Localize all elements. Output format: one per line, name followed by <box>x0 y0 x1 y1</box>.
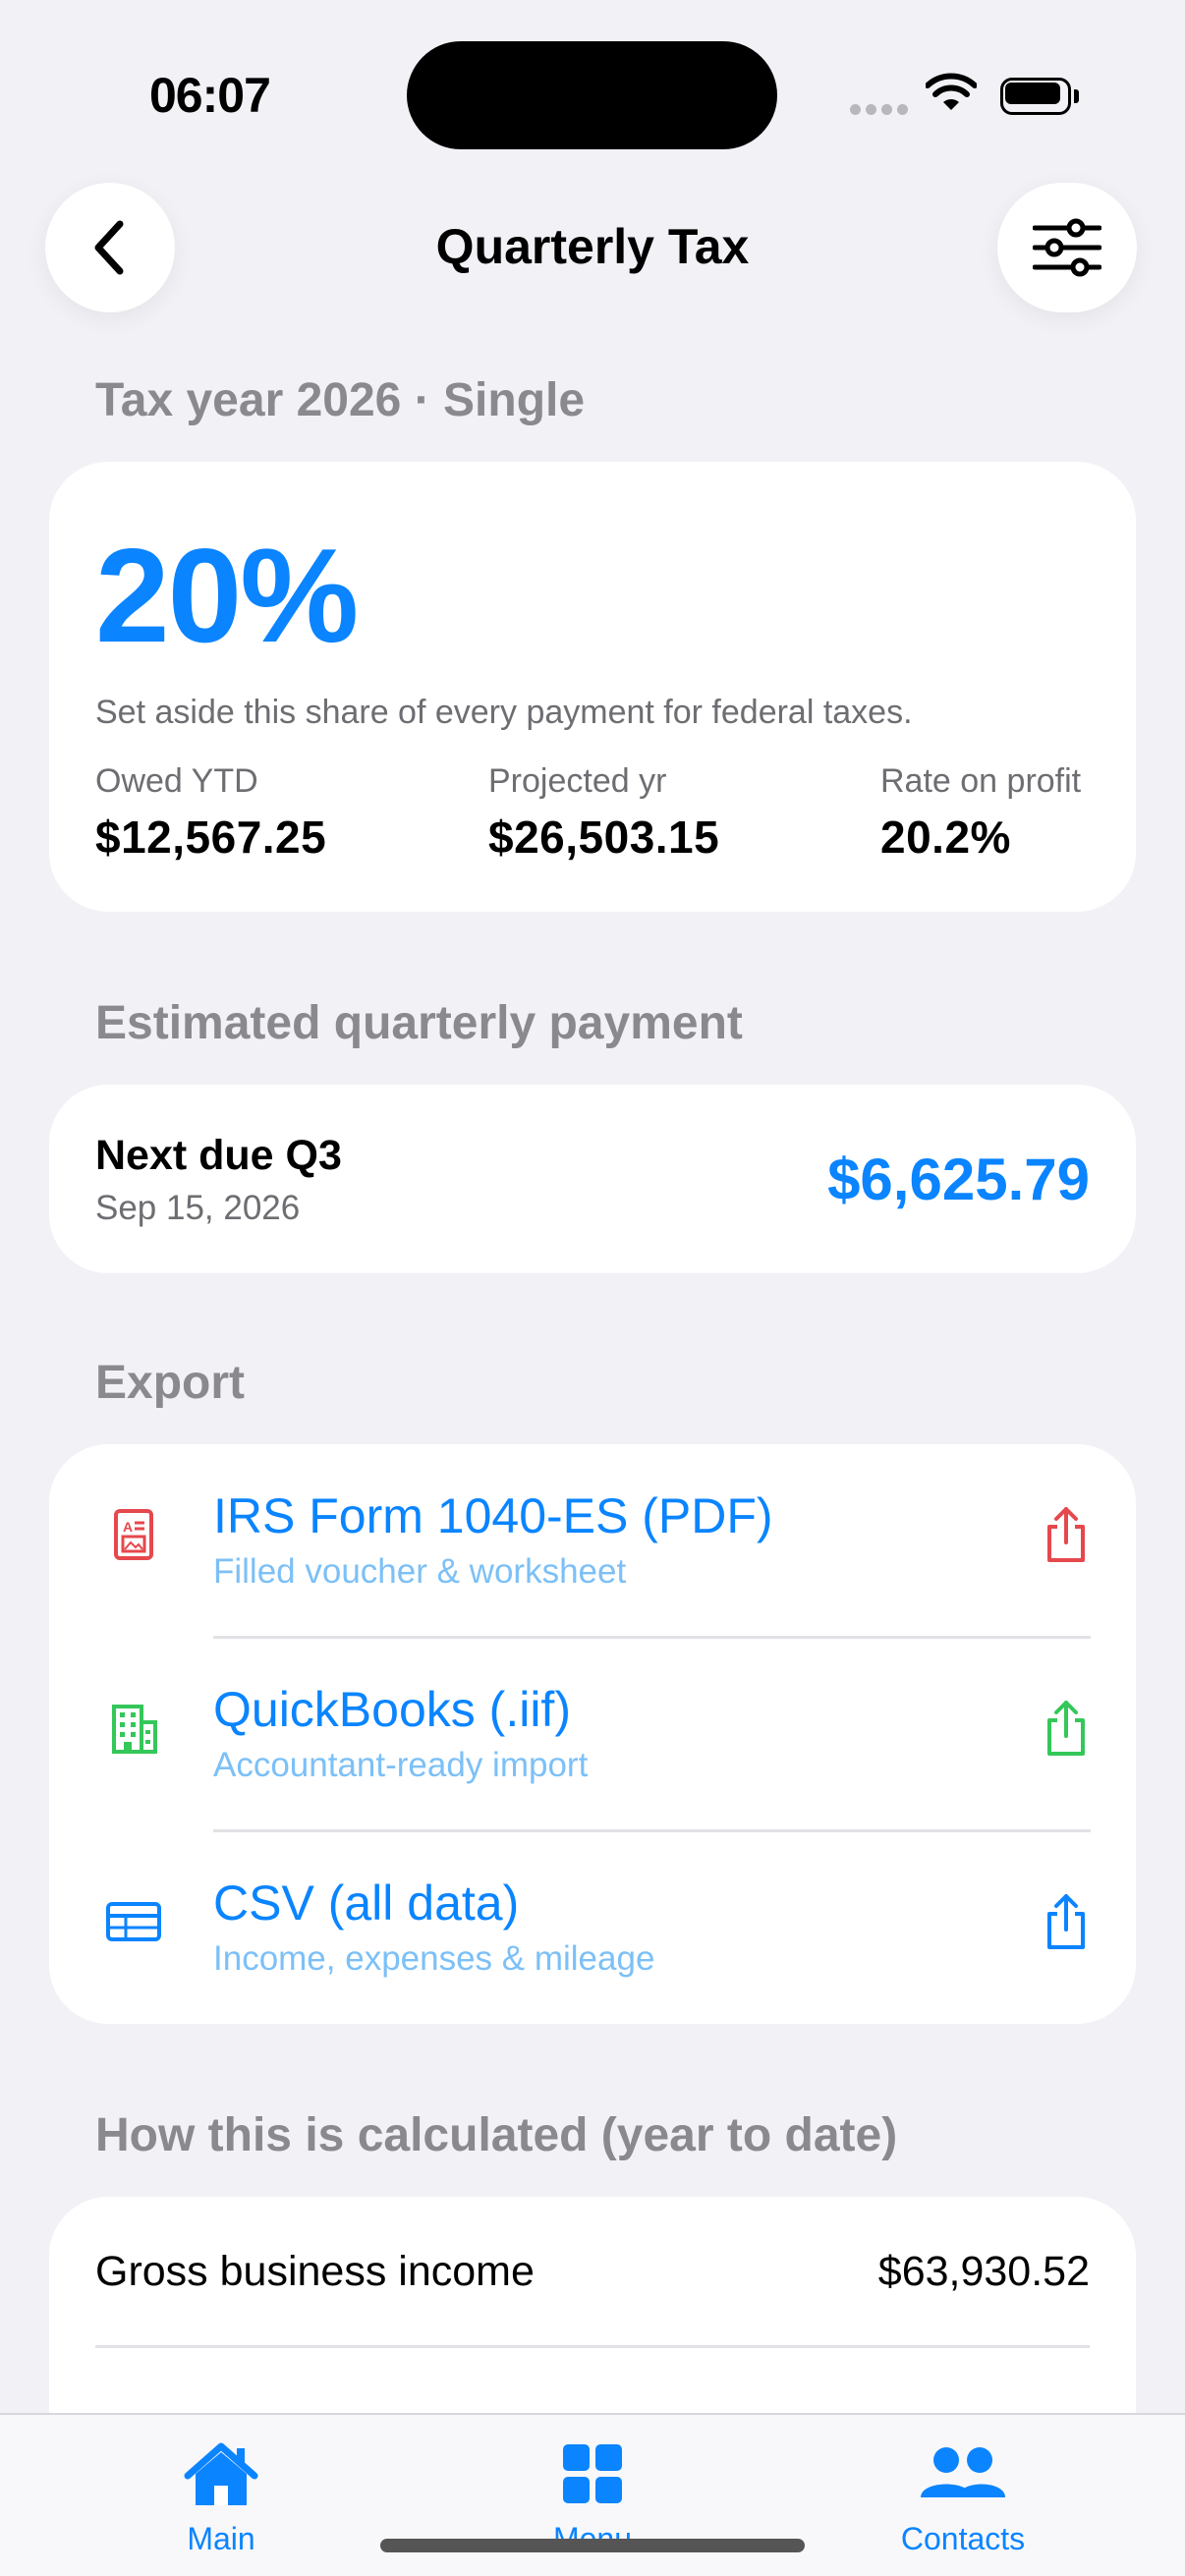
calc-row-gross-income: Gross business income $63,930.52 <box>49 2197 1136 2344</box>
export-subtitle: Accountant-ready import <box>213 1746 589 1784</box>
pdf-form-icon: A <box>114 1509 153 1560</box>
stat-label: Projected yr <box>488 762 667 800</box>
stat-rate-on-profit: Rate on profit 20.2% <box>880 762 1081 864</box>
next-due-amount: $6,625.79 <box>827 1147 1090 1212</box>
battery-icon <box>1000 78 1079 115</box>
stat-projected-year: Projected yr $26,503.15 <box>488 762 719 864</box>
stat-value: $12,567.25 <box>95 812 327 863</box>
dynamic-island <box>407 41 777 149</box>
status-time: 06:07 <box>149 68 271 123</box>
quarterly-payment-label: Estimated quarterly payment <box>95 997 743 1049</box>
stat-value: $26,503.15 <box>488 812 720 863</box>
stat-label: Owed YTD <box>95 762 258 800</box>
next-due-title: Next due Q3 <box>95 1132 342 1179</box>
tab-label: Contacts <box>900 2521 1026 2556</box>
share-icon[interactable] <box>1042 1892 1091 1953</box>
export-title: CSV (all data) <box>213 1876 520 1931</box>
svg-text:A: A <box>123 1519 133 1535</box>
building-icon <box>112 1705 157 1754</box>
stat-label: Rate on profit <box>880 762 1082 800</box>
table-icon <box>106 1902 161 1941</box>
status-bar: 06:07 <box>0 0 1185 187</box>
grid-icon <box>563 2444 622 2503</box>
export-card: A IRS Form 1040-ES (PDF) Filled voucher … <box>49 1444 1136 2024</box>
filter-settings-button[interactable] <box>997 183 1137 312</box>
calculation-label: How this is calculated (year to date) <box>95 2109 898 2161</box>
home-indicator <box>380 2539 805 2552</box>
share-icon[interactable] <box>1042 1699 1091 1760</box>
people-icon <box>921 2447 1005 2497</box>
cellular-signal-icon <box>850 104 909 116</box>
export-title: IRS Form 1040-ES (PDF) <box>213 1488 773 1543</box>
tab-contacts[interactable]: Contacts <box>816 2415 1110 2576</box>
row-divider <box>95 2345 1090 2348</box>
export-title: QuickBooks (.iif) <box>213 1682 571 1737</box>
next-due-date: Sep 15, 2026 <box>95 1189 301 1227</box>
home-icon <box>184 2442 258 2505</box>
stat-value: 20.2% <box>880 812 1011 863</box>
export-subtitle: Filled voucher & worksheet <box>213 1552 627 1591</box>
export-subtitle: Income, expenses & mileage <box>213 1939 655 1978</box>
sliders-icon <box>1033 218 1101 277</box>
share-icon[interactable] <box>1042 1505 1091 1566</box>
set-aside-rate: 20% <box>95 521 359 670</box>
wifi-icon <box>926 73 977 110</box>
next-payment-card[interactable]: Next due Q3 Sep 15, 2026 $6,625.79 <box>49 1085 1136 1273</box>
calc-value: $63,930.52 <box>877 2248 1090 2295</box>
calc-label: Gross business income <box>95 2248 535 2295</box>
tab-label: Main <box>187 2521 255 2556</box>
tax-summary-card: 20% Set aside this share of every paymen… <box>49 462 1136 912</box>
export-quickbooks-row[interactable]: QuickBooks (.iif) Accountant-ready impor… <box>49 1638 1136 1830</box>
export-label: Export <box>95 1357 246 1409</box>
tab-main[interactable]: Main <box>74 2415 368 2576</box>
stat-owed-ytd: Owed YTD $12,567.25 <box>95 762 326 864</box>
tax-year-label: Tax year 2026 · Single <box>95 374 586 426</box>
export-csv-row[interactable]: CSV (all data) Income, expenses & mileag… <box>49 1831 1136 2024</box>
set-aside-description: Set aside this share of every payment fo… <box>95 694 913 731</box>
export-irs-form-row[interactable]: A IRS Form 1040-ES (PDF) Filled voucher … <box>49 1444 1136 1637</box>
